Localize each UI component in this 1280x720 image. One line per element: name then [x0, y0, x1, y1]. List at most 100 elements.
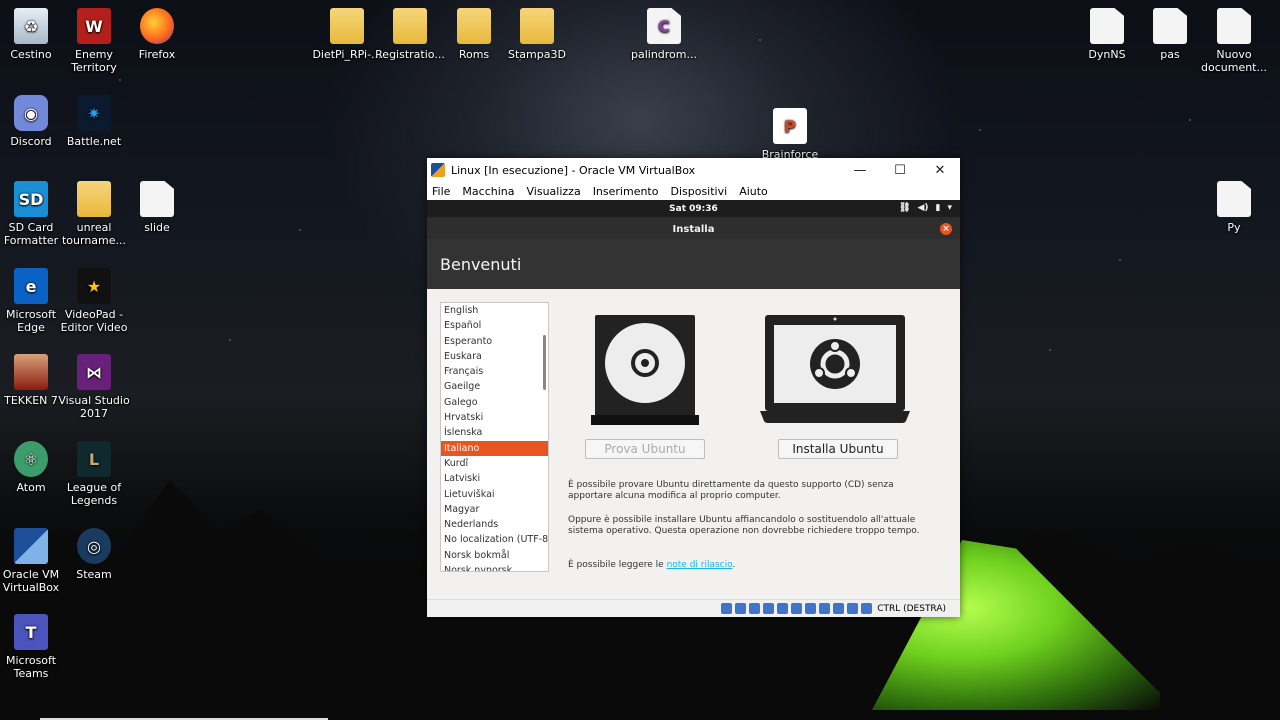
language-item[interactable]: Galego — [441, 395, 548, 410]
install-ubuntu-button[interactable]: Installa Ubuntu — [778, 439, 898, 459]
c-file-icon: C — [647, 8, 681, 44]
language-item[interactable]: Euskara — [441, 349, 548, 364]
desktop-icon-label: Steam — [76, 568, 112, 581]
language-item[interactable]: English — [441, 303, 548, 318]
gnome-top-bar: Sat 09:36 ⛓ ◀) ▮ ▾ — [427, 200, 960, 217]
desktop-icon-label: Firefox — [138, 48, 176, 61]
powerpoint-icon: P — [773, 108, 807, 144]
language-item[interactable]: Kurdî — [441, 456, 548, 471]
release-notes-text: È possibile leggere le note di rilascio. — [568, 560, 736, 570]
language-item[interactable]: Íslenska — [441, 425, 548, 440]
maximize-button[interactable]: ☐ — [880, 158, 920, 182]
display-icon[interactable] — [805, 603, 817, 614]
folder-icon — [457, 8, 491, 44]
dialog-close-button[interactable]: × — [940, 223, 952, 235]
host-key-label: CTRL (DESTRA) — [877, 603, 946, 614]
menu-dispositivi[interactable]: Dispositivi — [670, 185, 727, 198]
close-button[interactable]: ✕ — [920, 158, 960, 182]
desktop-icon[interactable]: L League of Legends — [57, 441, 131, 507]
optical-drive-icon[interactable] — [735, 603, 747, 614]
chevron-down-icon[interactable]: ▾ — [947, 203, 952, 213]
language-item[interactable]: Lietuviškai — [441, 487, 548, 502]
shared-folder-icon[interactable] — [791, 603, 803, 614]
mouse-integration-icon[interactable] — [847, 603, 859, 614]
language-item[interactable]: Español — [441, 318, 548, 333]
audio-icon[interactable] — [749, 603, 761, 614]
desktop-icon[interactable]: Firefox — [120, 8, 194, 61]
keyboard-icon[interactable] — [861, 603, 873, 614]
desktop-icon[interactable]: ◎ Steam — [57, 528, 131, 581]
language-item[interactable]: Hrvatski — [441, 410, 548, 425]
menu-inserimento[interactable]: Inserimento — [593, 185, 659, 198]
visual-studio-icon: ⋈ — [77, 354, 111, 390]
folder-icon — [520, 8, 554, 44]
desktop-icon[interactable]: Registratio... — [373, 8, 447, 61]
document-icon — [1090, 8, 1124, 44]
language-list[interactable]: English Español Esperanto Euskara Français Ga… — [440, 302, 549, 572]
language-item[interactable]: Magyar — [441, 502, 548, 517]
document-icon — [140, 181, 174, 217]
desktop-icon[interactable]: pas — [1133, 8, 1207, 61]
menu-visualizza[interactable]: Visualizza — [527, 185, 581, 198]
desktop-icon[interactable]: Py — [1197, 181, 1271, 234]
release-notes-link[interactable]: note di rilascio — [667, 560, 733, 570]
menu-file[interactable]: File — [432, 185, 450, 198]
window-titlebar[interactable]: Linux [In esecuzione] - Oracle VM Virtua… — [427, 158, 960, 182]
language-item[interactable]: No localization (UTF-8) — [441, 532, 548, 547]
tekken-icon — [14, 354, 48, 390]
videopad-icon: ★ — [77, 268, 111, 304]
menu-macchina[interactable]: Macchina — [462, 185, 514, 198]
virtualbox-icon — [431, 163, 445, 177]
guest-screen[interactable]: Sat 09:36 ⛓ ◀) ▮ ▾ Installa × Benvenuti … — [427, 200, 960, 600]
edge-icon: e — [14, 268, 48, 304]
desktop-icon-label: Py — [1227, 221, 1241, 234]
enemy-territory-icon: W — [77, 8, 111, 44]
folder-icon — [393, 8, 427, 44]
hard-disk-icon[interactable] — [721, 603, 733, 614]
desktop-icon[interactable]: ★ VideoPad - Editor Video — [57, 268, 131, 334]
menu-aiuto[interactable]: Aiuto — [739, 185, 768, 198]
network-icon[interactable]: ⛓ — [899, 203, 910, 213]
volume-icon[interactable]: ◀) — [917, 203, 928, 213]
league-of-legends-icon: L — [77, 441, 111, 477]
battery-icon[interactable]: ▮ — [936, 203, 941, 213]
steam-icon: ◎ — [77, 528, 111, 564]
language-item[interactable]: Français — [441, 364, 548, 379]
system-tray[interactable]: ⛓ ◀) ▮ ▾ — [899, 203, 952, 213]
desktop-icon-label: Microsoft Teams — [5, 654, 57, 680]
device-status-icons[interactable] — [721, 603, 873, 614]
discord-icon: ◉ — [14, 95, 48, 131]
language-item[interactable]: Esperanto — [441, 334, 548, 349]
virtualbox-icon — [14, 528, 48, 564]
usb-icon[interactable] — [777, 603, 789, 614]
language-scrollbar[interactable] — [543, 335, 546, 390]
menu-bar: File Macchina Visualizza Inserimento Dis… — [427, 182, 960, 200]
desktop-icon[interactable]: T Microsoft Teams — [0, 614, 68, 680]
language-item[interactable]: Latviski — [441, 471, 548, 486]
desktop-icon[interactable]: ⋈ Visual Studio 2017 — [57, 354, 131, 420]
desktop-icon[interactable]: Nuovo document... — [1197, 8, 1271, 74]
desktop-icon-label: Stampa3D — [508, 48, 566, 61]
desktop-icon[interactable]: Stampa3D — [500, 8, 574, 61]
video-capture-icon[interactable] — [819, 603, 831, 614]
desktop-icon[interactable]: ✷ Battle.net — [57, 95, 131, 148]
desktop-icon[interactable]: slide — [120, 181, 194, 234]
minimize-button[interactable]: — — [840, 158, 880, 182]
desktop-icon[interactable]: Cpalindrom... — [627, 8, 701, 61]
language-item[interactable]: Nederlands — [441, 517, 548, 532]
language-item[interactable]: Italiano — [441, 440, 548, 456]
cpu-icon[interactable] — [833, 603, 845, 614]
cd-drive-icon — [591, 315, 699, 425]
try-description: È possibile provare Ubuntu direttamente … — [568, 480, 894, 501]
virtualbox-window[interactable]: Linux [In esecuzione] - Oracle VM Virtua… — [427, 158, 960, 617]
language-item[interactable]: Gaeilge — [441, 379, 548, 394]
language-item[interactable]: Norsk nynorsk — [441, 563, 548, 571]
clock[interactable]: Sat 09:36 — [669, 204, 718, 214]
desktop-icon-label: Nuovo document... — [1201, 48, 1267, 74]
desktop-icon-label: pas — [1160, 48, 1180, 61]
try-ubuntu-button[interactable]: Prova Ubuntu — [585, 439, 705, 459]
network-adapter-icon[interactable] — [763, 603, 775, 614]
desktop-icon-label: slide — [144, 221, 170, 234]
document-icon — [1153, 8, 1187, 44]
language-item[interactable]: Norsk bokmål — [441, 548, 548, 563]
